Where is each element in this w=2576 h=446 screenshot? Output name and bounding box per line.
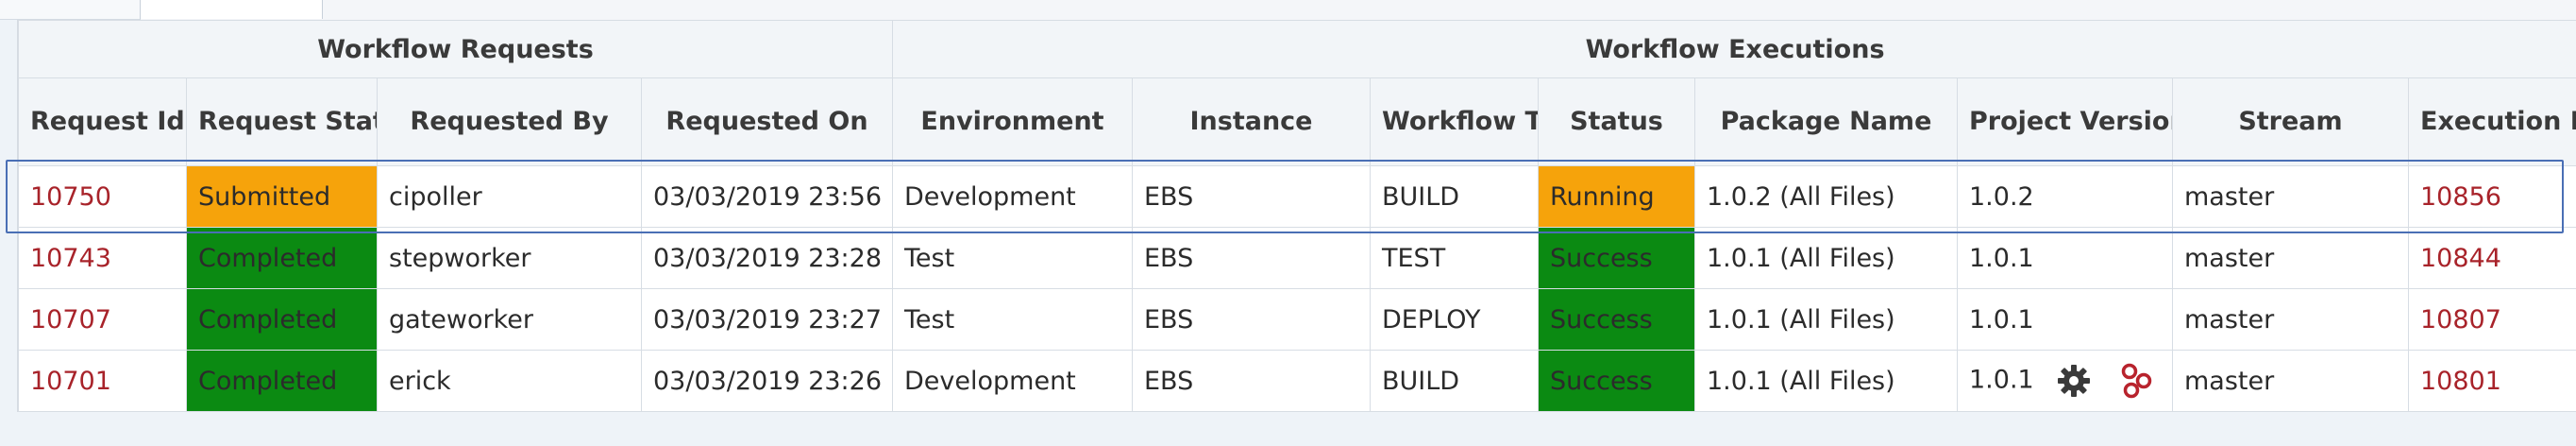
column-header-stream[interactable]: Stream	[2172, 77, 2409, 166]
execution-id-link[interactable]: 10807	[2407, 288, 2576, 351]
execution-id-text[interactable]: 10801	[2420, 367, 2501, 396]
column-header-project-version[interactable]: Project Version	[1957, 77, 2173, 166]
request-id-text[interactable]: 10707	[30, 305, 111, 334]
column-header-requested-by[interactable]: Requested By	[377, 77, 642, 166]
nodes-icon[interactable]	[2118, 362, 2154, 400]
workflow-type-cell: TEST	[1370, 227, 1539, 289]
workflow-type-cell: BUILD	[1370, 165, 1539, 228]
request-id-text[interactable]: 10750	[30, 182, 111, 212]
requested-on-cell: 03/03/2019 23:28	[641, 227, 893, 289]
request-status-badge: Completed	[186, 227, 378, 289]
project-version-cell: 1.0.1	[1957, 350, 2173, 412]
instance-cell: EBS	[1132, 350, 1371, 412]
execution-id-link[interactable]: 10801	[2407, 350, 2576, 412]
environment-cell: Development	[892, 165, 1133, 228]
requested-by-cell: gateworker	[377, 288, 642, 351]
group-header-row: Workflow Requests Workflow Executions	[18, 20, 2576, 78]
execution-id-text[interactable]: 10807	[2420, 305, 2501, 334]
package-name-cell: 1.0.1 (All Files)	[1694, 227, 1958, 289]
stream-cell: master	[2172, 288, 2409, 351]
project-version-text: 1.0.1	[1969, 365, 2034, 395]
column-header-request-id[interactable]: Request Id	[18, 77, 187, 166]
column-header-row: Request Id Request Status Requested By R…	[18, 77, 2576, 166]
instance-cell: EBS	[1132, 288, 1371, 351]
column-header-request-status[interactable]: Request Status	[186, 77, 378, 166]
project-version-cell: 1.0.1	[1957, 227, 2173, 289]
execution-id-text[interactable]: 10856	[2420, 182, 2501, 212]
environment-cell: Test	[892, 288, 1133, 351]
request-status-badge: Completed	[186, 288, 378, 351]
requested-by-cell: cipoller	[377, 165, 642, 228]
execution-status-badge: Success	[1538, 350, 1695, 412]
stream-cell: master	[2172, 227, 2409, 289]
package-name-cell: 1.0.2 (All Files)	[1694, 165, 1958, 228]
stream-cell: master	[2172, 165, 2409, 228]
environment-cell: Test	[892, 227, 1133, 289]
execution-id-text[interactable]: 10844	[2420, 244, 2501, 273]
environment-cell: Development	[892, 350, 1133, 412]
workflow-type-cell: DEPLOY	[1370, 288, 1539, 351]
group-header-requests: Workflow Requests	[18, 20, 893, 78]
column-header-workflow-type[interactable]: Workflow Type	[1370, 77, 1539, 166]
execution-status-badge: Success	[1538, 288, 1695, 351]
project-version-cell: 1.0.2	[1957, 165, 2173, 228]
table-row[interactable]: 10750 Submitted cipoller 03/03/2019 23:5…	[18, 165, 2576, 228]
requested-on-cell: 03/03/2019 23:26	[641, 350, 893, 412]
top-tab-middle[interactable]	[141, 0, 323, 19]
requested-by-cell: stepworker	[377, 227, 642, 289]
top-tab-strip	[0, 0, 2576, 20]
request-id-link[interactable]: 10743	[18, 227, 187, 289]
gear-icon[interactable]	[2055, 362, 2093, 400]
execution-status-badge: Success	[1538, 227, 1695, 289]
column-header-environment[interactable]: Environment	[892, 77, 1133, 166]
request-id-link[interactable]: 10701	[18, 350, 187, 412]
request-id-text[interactable]: 10701	[30, 367, 111, 396]
workflow-table: Workflow Requests Workflow Executions Re…	[18, 20, 2576, 412]
package-name-cell: 1.0.1 (All Files)	[1694, 288, 1958, 351]
column-header-status[interactable]: Status	[1538, 77, 1695, 166]
workflow-grid: Workflow Requests Workflow Executions Re…	[17, 20, 2576, 412]
table-row[interactable]: 10743 Completed stepworker 03/03/2019 23…	[18, 227, 2576, 289]
table-row[interactable]: 10707 Completed gateworker 03/03/2019 23…	[18, 288, 2576, 351]
column-header-requested-on[interactable]: Requested On	[641, 77, 893, 166]
top-tab-left[interactable]	[0, 0, 141, 20]
requested-by-cell: erick	[377, 350, 642, 412]
request-status-badge: Completed	[186, 350, 378, 412]
column-header-instance[interactable]: Instance	[1132, 77, 1371, 166]
execution-status-badge: Running	[1538, 165, 1695, 228]
column-header-package-name[interactable]: Package Name	[1694, 77, 1958, 166]
request-id-link[interactable]: 10750	[18, 165, 187, 228]
grid-footer-strip	[17, 412, 2576, 446]
request-id-link[interactable]: 10707	[18, 288, 187, 351]
column-header-execution-id[interactable]: Execution Id	[2407, 77, 2576, 166]
instance-cell: EBS	[1132, 165, 1371, 228]
workflow-type-cell: BUILD	[1370, 350, 1539, 412]
requested-on-cell: 03/03/2019 23:27	[641, 288, 893, 351]
project-version-cell: 1.0.1	[1957, 288, 2173, 351]
table-row[interactable]: 10701 Completed erick 03/03/2019 23:26 D…	[18, 350, 2576, 412]
package-name-cell: 1.0.1 (All Files)	[1694, 350, 1958, 412]
stream-cell: master	[2172, 350, 2409, 412]
requested-on-cell: 03/03/2019 23:56	[641, 165, 893, 228]
execution-id-link[interactable]: 10856	[2407, 165, 2576, 228]
execution-id-link[interactable]: 10844	[2407, 227, 2576, 289]
request-status-badge: Submitted	[186, 165, 378, 228]
instance-cell: EBS	[1132, 227, 1371, 289]
group-header-executions: Workflow Executions	[891, 20, 2576, 78]
request-id-text[interactable]: 10743	[30, 244, 111, 273]
